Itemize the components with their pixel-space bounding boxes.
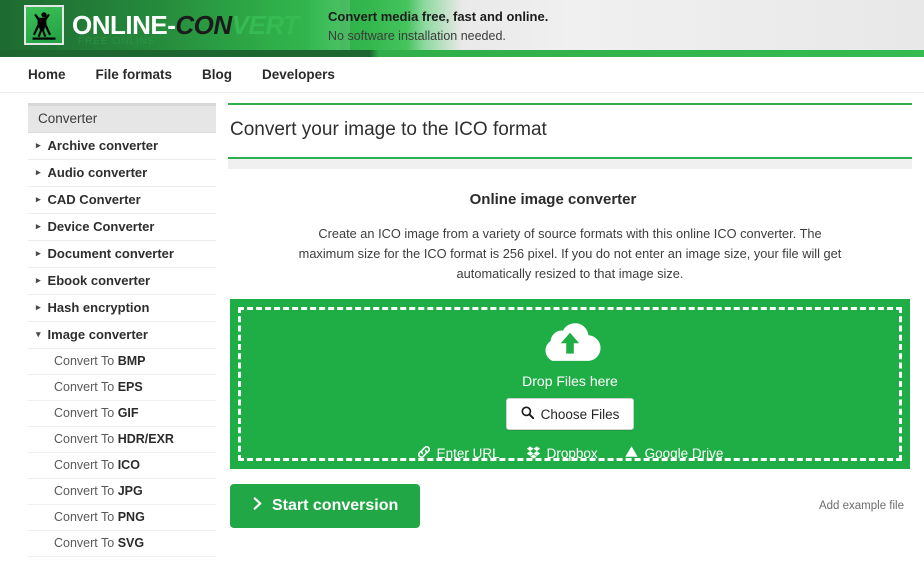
chevron-right-icon: ▸	[36, 221, 41, 231]
sidebar-subitem-format: ICO	[117, 458, 140, 472]
choose-files-button[interactable]: Choose Files	[505, 398, 635, 431]
tagline-secondary: No software installation needed.	[328, 28, 506, 43]
sidebar-item-hash-encryption[interactable]: ▸ Hash encryption	[28, 295, 216, 322]
nav-item-developers[interactable]: Developers	[262, 67, 335, 82]
sidebar-item-convert-to-gif[interactable]: Convert To GIF	[28, 401, 216, 427]
sidebar-item-convert-to-eps[interactable]: Convert To EPS	[28, 375, 216, 401]
logo-wordmark: ONLINE-CONVERT	[72, 12, 299, 38]
sidebar-item-label: Audio converter	[47, 165, 148, 180]
chevron-right-icon: ▸	[36, 275, 41, 285]
section-description: Create an ICO image from a variety of so…	[298, 226, 842, 281]
sidebar-item-convert-to-svg[interactable]: Convert To SVG	[28, 531, 216, 557]
dropbox-icon	[526, 445, 541, 462]
sidebar-subitem-format: EPS	[117, 380, 143, 394]
sidebar-item-convert-to-hdr-exr[interactable]: Convert To HDR/EXR	[28, 427, 216, 453]
chevron-right-icon: ▸	[36, 194, 41, 204]
file-dropzone[interactable]: Drop Files here Choose Files Enter URL D…	[230, 299, 910, 470]
sidebar-item-document-converter[interactable]: ▸ Document converter	[28, 241, 216, 268]
chevron-down-icon: ▾	[36, 329, 41, 339]
choose-files-label: Choose Files	[540, 406, 620, 422]
link-icon	[417, 445, 431, 462]
sidebar-subitem-prefix: Convert To	[54, 354, 118, 368]
action-row: Start conversion Add example file	[230, 484, 910, 529]
content-band	[228, 159, 912, 169]
start-conversion-button[interactable]: Start conversion	[230, 484, 421, 529]
chevron-right-icon: ▸	[36, 248, 41, 258]
logo-text-part2: CON	[175, 10, 232, 40]
page-root: ONLINE-CONVERT FREE ONLINE Convert media…	[0, 0, 924, 562]
sidebar-item-convert-to-jpg[interactable]: Convert To JPG	[28, 479, 216, 505]
dropbox-button[interactable]: Dropbox	[526, 445, 598, 462]
sidebar-subitem-prefix: Convert To	[54, 406, 118, 420]
dropbox-label: Dropbox	[546, 446, 598, 462]
sidebar-item-archive-converter[interactable]: ▸ Archive converter	[28, 133, 216, 160]
enter-url-label: Enter URL	[436, 446, 500, 462]
main-content: Convert your image to the ICO format Onl…	[216, 103, 924, 562]
sidebar-item-label: Hash encryption	[47, 300, 150, 315]
sidebar-item-label: Archive converter	[47, 138, 159, 153]
chevron-right-icon: ▸	[36, 302, 41, 312]
sidebar-subitem-prefix: Convert To	[54, 458, 118, 472]
dropzone-label: Drop Files here	[522, 373, 618, 390]
start-conversion-label: Start conversion	[272, 497, 399, 515]
sidebar-heading: Converter	[28, 106, 216, 133]
sidebar-subitem-format: HDR/EXR	[117, 432, 174, 446]
site-logo[interactable]: ONLINE-CONVERT FREE ONLINE	[24, 5, 299, 47]
chevron-right-icon: ▸	[36, 167, 41, 177]
sidebar-subitem-format: SVG	[117, 536, 145, 550]
site-header: ONLINE-CONVERT FREE ONLINE Convert media…	[0, 0, 924, 50]
sidebar-item-convert-to-bmp[interactable]: Convert To BMP	[28, 349, 216, 375]
chevron-right-icon	[252, 496, 263, 516]
main-navigation: Home File formats Blog Developers	[0, 57, 924, 93]
add-example-file-link[interactable]: Add example file	[819, 500, 910, 512]
sidebar-item-audio-converter[interactable]: ▸ Audio converter	[28, 160, 216, 187]
nav-item-file-formats[interactable]: File formats	[96, 67, 173, 82]
page-body: Converter ▸ Archive converter ▸ Audio co…	[0, 93, 924, 562]
sidebar-item-device-converter[interactable]: ▸ Device Converter	[28, 214, 216, 241]
person-raised-arms-icon	[24, 5, 64, 45]
chevron-right-icon: ▸	[36, 140, 41, 150]
nav-item-home[interactable]: Home	[28, 67, 66, 82]
sidebar-column: Converter ▸ Archive converter ▸ Audio co…	[0, 103, 216, 562]
sidebar-subitem-format: PNG	[117, 510, 145, 524]
header-tagline: Convert media free, fast and online. No …	[328, 8, 548, 45]
dropzone-sources: Enter URL Dropbox Google Drive	[417, 445, 724, 462]
sidebar-item-label: CAD Converter	[47, 192, 141, 207]
sidebar-item-convert-to-ico[interactable]: Convert To ICO	[28, 453, 216, 479]
google-drive-icon	[624, 445, 639, 462]
google-drive-button[interactable]: Google Drive	[624, 445, 724, 462]
sidebar-subitem-prefix: Convert To	[54, 432, 118, 446]
search-icon	[521, 406, 534, 422]
sidebar-item-label: Ebook converter	[47, 273, 151, 288]
logo-text-part3: VERT	[231, 10, 299, 40]
sidebar-subitem-prefix: Convert To	[54, 510, 118, 524]
sidebar-item-image-converter[interactable]: ▾ Image converter	[28, 322, 216, 349]
sidebar-item-cad-converter[interactable]: ▸ CAD Converter	[28, 187, 216, 214]
converter-sidebar: Converter ▸ Archive converter ▸ Audio co…	[28, 103, 216, 562]
sidebar-item-convert-to-png[interactable]: Convert To PNG	[28, 505, 216, 531]
sidebar-item-label: Document converter	[47, 246, 174, 261]
logo-subtext: FREE ONLINE	[78, 36, 156, 47]
sidebar-item-label: Device Converter	[47, 219, 155, 234]
sidebar-subitem-prefix: Convert To	[54, 380, 118, 394]
sidebar-subitem-format: GIF	[117, 406, 139, 420]
section-title: Online image converter	[469, 191, 637, 208]
sidebar-subitem-prefix: Convert To	[54, 484, 118, 498]
sidebar-subitem-format: BMP	[117, 354, 146, 368]
enter-url-button[interactable]: Enter URL	[417, 445, 500, 462]
cloud-upload-icon	[539, 318, 601, 367]
header-accent-bar	[0, 50, 924, 57]
sidebar-subitem-prefix: Convert To	[54, 536, 118, 550]
nav-item-blog[interactable]: Blog	[202, 67, 232, 82]
google-drive-label: Google Drive	[644, 446, 724, 462]
sidebar-item-label: Image converter	[47, 327, 148, 342]
sidebar-item-convert-to-tga[interactable]: Convert To TGA	[28, 557, 216, 562]
sidebar-subitem-format: JPG	[117, 484, 143, 498]
page-title: Convert your image to the ICO format	[230, 119, 547, 140]
tagline-primary: Convert media free, fast and online.	[328, 9, 549, 24]
sidebar-item-ebook-converter[interactable]: ▸ Ebook converter	[28, 268, 216, 295]
